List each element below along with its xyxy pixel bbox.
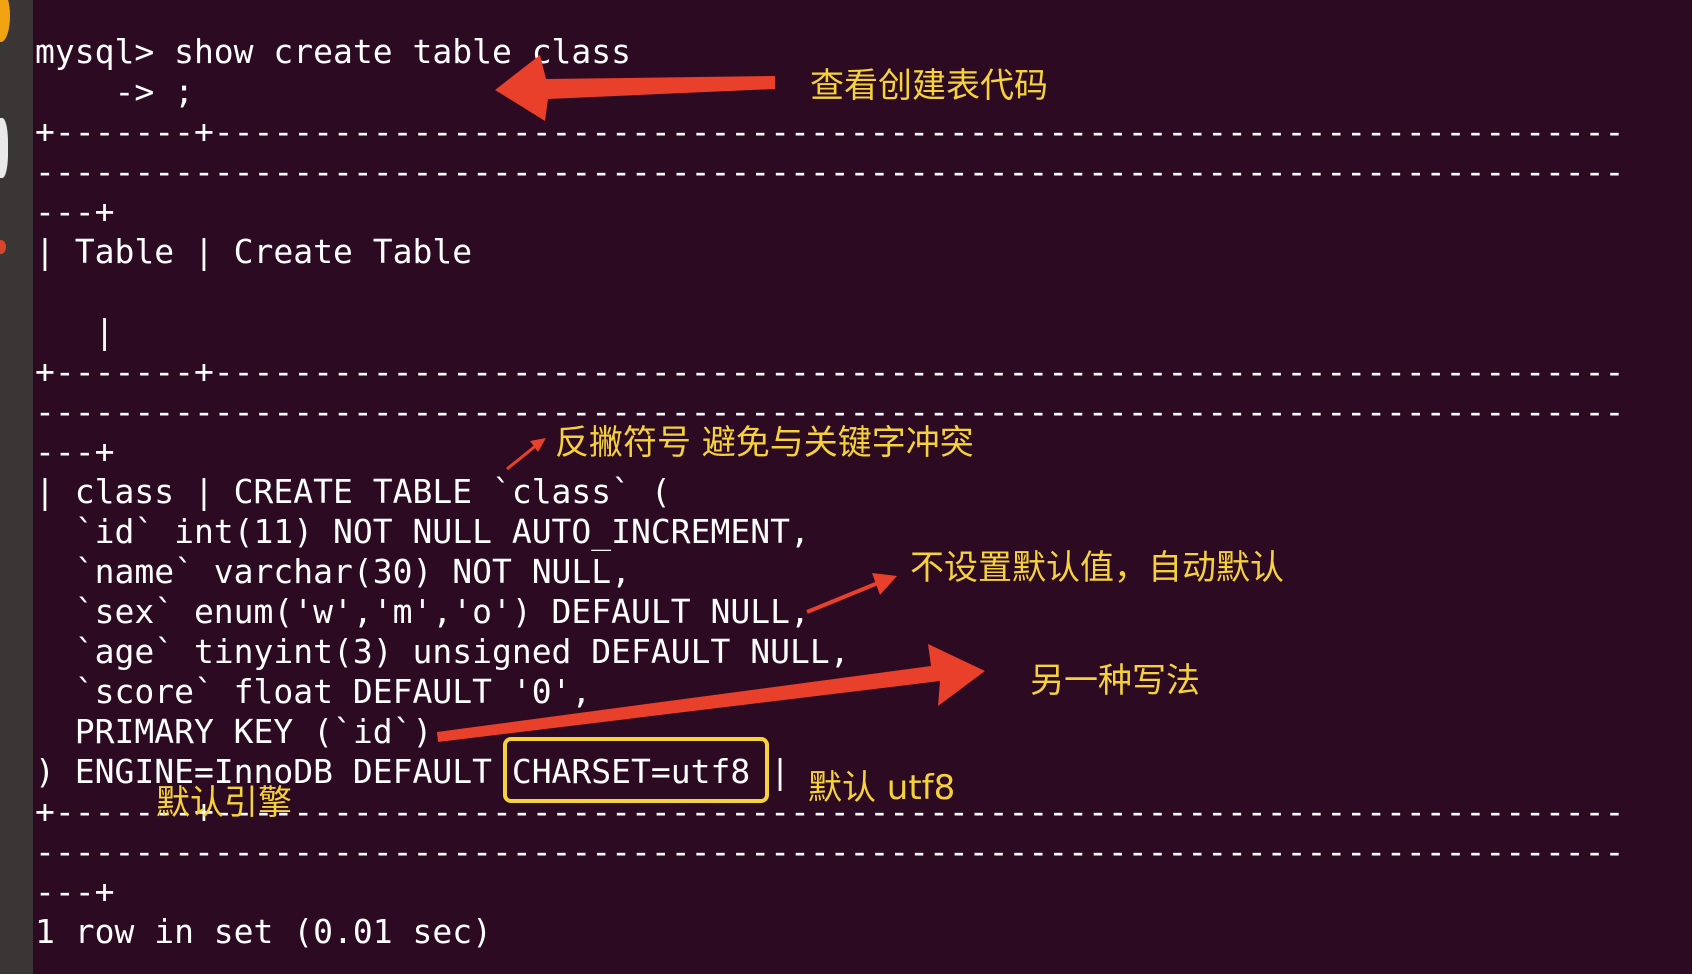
annotation-default-null: 不设置默认值，自动默认: [910, 548, 1284, 588]
annotation-default-utf8: 默认 utf8: [808, 768, 956, 808]
annotation-view-create-code: 查看创建表代码: [810, 66, 1048, 106]
screenshot-stage: mysql> show create table class -> ; +---…: [0, 0, 1692, 974]
annotation-backtick: 反撇符号 避免与关键字冲突: [555, 423, 974, 463]
arrow-to-default-null-icon: [806, 581, 879, 614]
annotation-arrows: [437, 55, 985, 742]
annotation-default-engine: 默认引擎: [156, 783, 292, 823]
arrow-alternative-syntax-icon: [437, 644, 985, 742]
arrow-to-command-icon: [495, 55, 775, 121]
arrow-to-backtick-icon: [506, 442, 539, 471]
annotation-alt-syntax: 另一种写法: [1030, 661, 1200, 701]
